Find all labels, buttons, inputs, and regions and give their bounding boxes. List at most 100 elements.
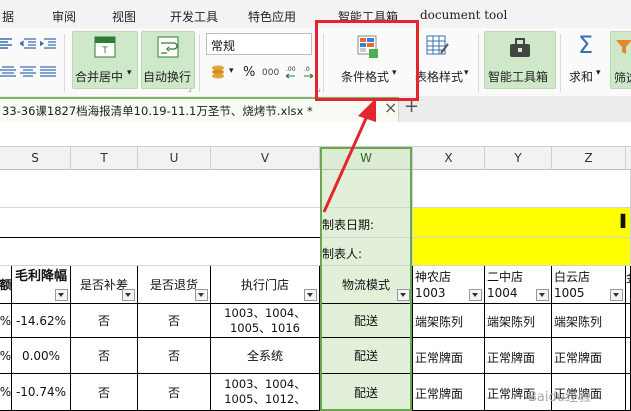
table-cell[interactable]: 端架陈列 [552, 304, 626, 338]
table-cell[interactable]: 配送 [320, 374, 413, 411]
table-cell[interactable]: 否 [71, 374, 138, 411]
table-cell[interactable]: 否 [71, 338, 138, 374]
auto-wrap-button[interactable]: 自动换行 [141, 31, 195, 89]
header-r-tail[interactable]: 额 [0, 266, 12, 304]
filter-button[interactable]: 筛选 [610, 31, 631, 89]
table-style-icon [426, 35, 449, 55]
svg-text:T: T [101, 46, 108, 56]
column-header-v[interactable]: V [211, 147, 320, 170]
merge-center-icon: T [94, 36, 116, 58]
table-cell[interactable] [626, 374, 631, 411]
table-cell[interactable]: 正常牌面 [485, 338, 552, 374]
menu-document-tool[interactable]: document tool [420, 8, 507, 22]
table-cell[interactable]: -10.74% [12, 374, 71, 411]
filter-dropdown-icon[interactable] [304, 289, 317, 301]
table-cell[interactable]: % [0, 338, 12, 374]
header-store-1004[interactable]: 二中店 1004 [485, 266, 552, 304]
header-store-cut[interactable]: 金 [626, 266, 631, 304]
chevron-down-icon: ▾ [127, 68, 132, 78]
justify-icon[interactable] [40, 66, 56, 78]
menu-view[interactable]: 视图 [112, 8, 136, 25]
table-cell[interactable]: 否 [71, 304, 138, 338]
column-header-u[interactable]: U [138, 147, 211, 170]
table-cell[interactable]: 端架陈列 [413, 304, 485, 338]
formula-bar[interactable] [0, 122, 631, 147]
annotation-arrow-icon [322, 98, 376, 213]
header-price-subsidy[interactable]: 是否补差 [71, 266, 138, 304]
maker-label-cell[interactable]: 制表人: [320, 238, 413, 266]
table-cell[interactable]: 端架陈列 [485, 304, 552, 338]
wrap-text-icon [157, 36, 179, 58]
header-stores[interactable]: 执行门店 [211, 266, 320, 304]
header-return[interactable]: 是否退货 [138, 266, 211, 304]
column-header-t[interactable]: T [71, 147, 138, 170]
header-store-1003[interactable]: 神农店 1003 [413, 266, 485, 304]
increase-decimal-icon[interactable]: .00 [284, 64, 302, 82]
table-cell[interactable]: 否 [138, 304, 211, 338]
column-header-s[interactable]: S [0, 147, 71, 170]
header-gross-margin-drop[interactable]: 毛利降幅 [12, 266, 71, 304]
column-header-z[interactable]: Z [552, 147, 626, 170]
filter-dropdown-icon[interactable] [195, 289, 208, 301]
filter-dropdown-icon[interactable] [55, 289, 68, 301]
table-cell[interactable]: % [0, 304, 12, 338]
chevron-down-icon: ▾ [464, 68, 469, 78]
menu-data[interactable]: 据 [2, 8, 14, 25]
menu-developer[interactable]: 开发工具 [170, 8, 218, 25]
merge-center-button[interactable]: T 合并居中 ▾ [72, 31, 138, 89]
table-cell[interactable] [626, 338, 631, 374]
svg-text:.0: .0 [304, 66, 310, 73]
filter-dropdown-icon[interactable] [122, 289, 135, 301]
table-cell[interactable]: 全系统 [211, 338, 320, 374]
empty-cell[interactable] [0, 238, 320, 266]
table-cell[interactable] [626, 304, 631, 338]
number-format-select[interactable]: 常规 [206, 33, 312, 55]
column-header-y[interactable]: Y [485, 147, 552, 170]
align-center-icon[interactable] [20, 66, 36, 78]
table-cell[interactable]: -14.62% [12, 304, 71, 338]
percent-button[interactable]: % [243, 65, 255, 80]
column-header-aa[interactable] [626, 147, 631, 170]
table-cell[interactable]: 配送 [320, 304, 413, 338]
table-cell[interactable]: % [0, 374, 12, 411]
column-header-x[interactable]: X [413, 147, 485, 170]
table-cell[interactable]: 正常牌面 [552, 338, 626, 374]
smart-toolbox-button[interactable]: 智能工具箱 [484, 31, 556, 89]
empty-cell[interactable] [413, 170, 631, 208]
table-cell[interactable]: 正常牌面 [413, 374, 485, 411]
chevron-down-icon: ▾ [596, 68, 601, 78]
chevron-down-icon: ▾ [229, 66, 234, 76]
table-cell[interactable]: 否 [138, 374, 211, 411]
table-cell[interactable]: 0.00% [12, 338, 71, 374]
svg-text:.00: .00 [286, 66, 296, 73]
indent-decrease-icon[interactable] [20, 38, 36, 50]
filter-dropdown-icon[interactable] [469, 289, 482, 301]
menu-review[interactable]: 审阅 [52, 8, 76, 25]
date-value-cell[interactable]: ▌ [413, 208, 631, 238]
table-cell[interactable]: 否 [138, 338, 211, 374]
table-cell[interactable]: 1003、1004、1005、1016 [211, 304, 320, 338]
header-store-1005[interactable]: 白云店 1005 [552, 266, 626, 304]
header-logistics[interactable]: 物流模式 [320, 266, 413, 304]
indent-increase-icon[interactable] [40, 38, 56, 50]
filter-dropdown-icon[interactable] [536, 289, 549, 301]
sum-button[interactable]: Σ 求和 ▾ [566, 31, 606, 87]
filter-dropdown-icon[interactable] [610, 289, 623, 301]
menu-special[interactable]: 特色应用 [248, 8, 296, 25]
empty-cell[interactable] [0, 170, 320, 208]
expand-dialog-icon[interactable]: ⌟ [188, 84, 192, 93]
watermark: Baidu经验 [528, 390, 591, 405]
distribute-icon[interactable] [0, 66, 16, 78]
table-cell[interactable]: 正常牌面 [413, 338, 485, 374]
currency-icon[interactable] [210, 64, 226, 80]
thousands-button[interactable]: 000 [262, 68, 279, 78]
table-cell[interactable]: 1003、1004、1005、1012、 [211, 374, 320, 411]
empty-cell[interactable] [0, 208, 320, 238]
annotation-highlight-box [315, 20, 419, 101]
sigma-icon: Σ [578, 31, 594, 59]
maker-value-cell[interactable] [413, 238, 631, 266]
filter-dropdown-icon[interactable] [397, 289, 410, 301]
align-left-icon[interactable] [0, 38, 16, 50]
file-tab-title: 33-36课1827档海报清单10.19-11.1万圣节、烧烤节.xlsx * [2, 104, 313, 118]
table-cell[interactable]: 配送 [320, 338, 413, 374]
